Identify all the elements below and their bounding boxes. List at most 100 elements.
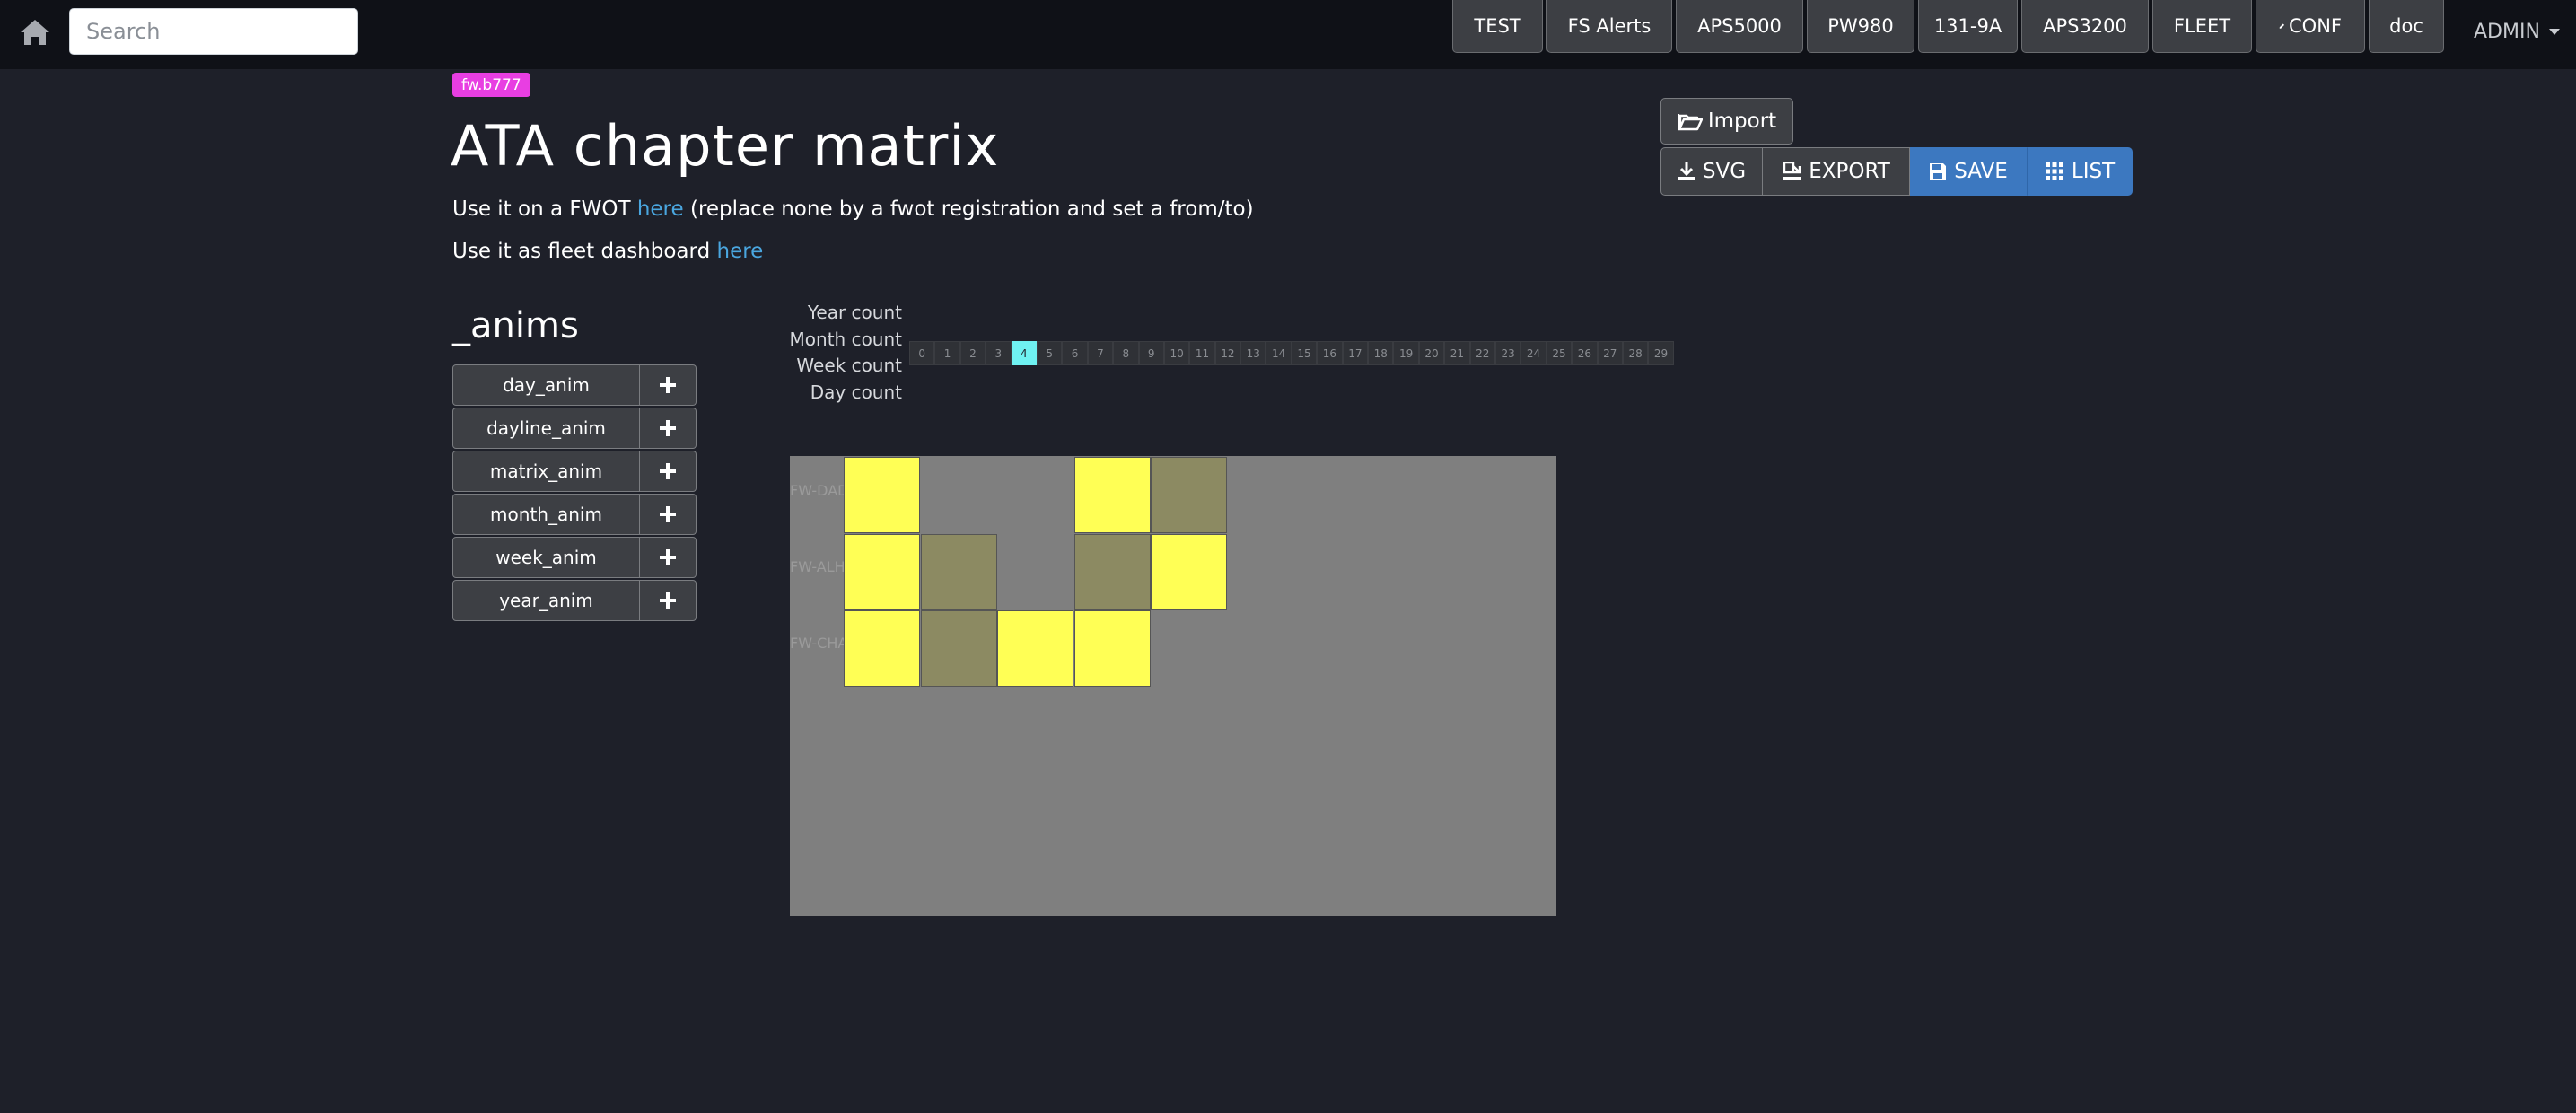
matrix-cell[interactable] <box>1073 457 1151 533</box>
nav-button-pw980[interactable]: PW980 <box>1807 0 1914 53</box>
matrix-cell[interactable] <box>844 457 920 533</box>
plus-icon <box>660 549 676 565</box>
save-label: SAVE <box>1954 160 2008 183</box>
nav-button-conf[interactable]: CONF <box>2256 0 2365 53</box>
day-count-label: Day count <box>810 381 902 403</box>
month-cell[interactable]: 22 <box>1469 341 1495 365</box>
month-cell[interactable]: 4 <box>1011 341 1037 365</box>
anim-button-dayline[interactable]: dayline_anim <box>452 408 640 449</box>
search-input[interactable] <box>69 8 358 55</box>
save-button[interactable]: SAVE <box>1910 147 2027 196</box>
nav-button-fleet[interactable]: FLEET <box>2152 0 2252 53</box>
matrix-cell[interactable] <box>997 610 1073 687</box>
add-day-anim-button[interactable] <box>640 364 697 406</box>
matrix-cell[interactable] <box>920 610 997 687</box>
matrix-row-label: FW-DAD <box>790 482 849 499</box>
month-cell[interactable]: 17 <box>1342 341 1369 365</box>
anim-row-week: week_anim <box>452 537 697 578</box>
plus-icon <box>660 463 676 479</box>
month-cell[interactable]: 7 <box>1087 341 1114 365</box>
month-cell[interactable]: 19 <box>1393 341 1419 365</box>
add-month-anim-button[interactable] <box>640 494 697 535</box>
caret-down-icon <box>2548 28 2560 35</box>
nav-button-aps5000[interactable]: APS5000 <box>1676 0 1803 53</box>
import-label: Import <box>1707 110 1777 133</box>
page-title: ATA chapter matrix <box>451 113 1000 179</box>
month-cell[interactable]: 1 <box>934 341 960 365</box>
plus-icon <box>660 506 676 522</box>
month-cell[interactable]: 10 <box>1163 341 1190 365</box>
month-cell[interactable]: 8 <box>1113 341 1139 365</box>
month-cell[interactable]: 0 <box>909 341 935 365</box>
nav-button-aps3200[interactable]: APS3200 <box>2021 0 2149 53</box>
home-button[interactable] <box>16 14 54 50</box>
matrix-cell[interactable] <box>920 533 997 610</box>
year-count-label: Year count <box>807 302 902 323</box>
fleet-dashboard-link[interactable]: here <box>717 240 764 263</box>
add-year-anim-button[interactable] <box>640 580 697 621</box>
plus-icon <box>660 377 676 393</box>
month-cell[interactable]: 9 <box>1138 341 1164 365</box>
month-cell[interactable]: 26 <box>1572 341 1598 365</box>
month-cell[interactable]: 12 <box>1214 341 1241 365</box>
month-cell[interactable]: 14 <box>1266 341 1292 365</box>
matrix-cell[interactable] <box>1073 610 1151 687</box>
anims-section-title: _anims <box>452 305 579 346</box>
fwot-link[interactable]: here <box>637 197 684 221</box>
anim-button-month[interactable]: month_anim <box>452 494 640 535</box>
month-cell[interactable]: 13 <box>1240 341 1266 365</box>
admin-menu[interactable]: ADMIN <box>2474 18 2560 45</box>
download-icon <box>1678 162 1695 180</box>
month-cell[interactable]: 11 <box>1189 341 1215 365</box>
import-button[interactable]: Import <box>1660 98 1793 145</box>
anim-button-day[interactable]: day_anim <box>452 364 640 406</box>
export-button[interactable]: EXPORT <box>1763 147 1910 196</box>
nav-button-group: TEST FS Alerts APS5000 PW980 131-9A APS3… <box>1452 0 2444 54</box>
month-cell[interactable]: 18 <box>1368 341 1394 365</box>
month-cell[interactable]: 2 <box>959 341 986 365</box>
anim-button-week[interactable]: week_anim <box>452 537 640 578</box>
fwot-usage-prefix: Use it on a FWOT <box>452 197 637 221</box>
month-cell[interactable]: 3 <box>986 341 1012 365</box>
list-button[interactable]: LIST <box>2027 147 2133 196</box>
month-cell[interactable]: 5 <box>1036 341 1063 365</box>
add-dayline-anim-button[interactable] <box>640 408 697 449</box>
admin-label: ADMIN <box>2474 20 2540 43</box>
month-cell[interactable]: 20 <box>1418 341 1445 365</box>
anim-button-matrix[interactable]: matrix_anim <box>452 451 640 492</box>
month-cell[interactable]: 6 <box>1062 341 1088 365</box>
month-cell[interactable]: 25 <box>1546 341 1573 365</box>
matrix-cell[interactable] <box>844 533 920 610</box>
count-labels: Year count Month count Week count Day co… <box>772 300 902 406</box>
nav-button-doc[interactable]: doc <box>2369 0 2444 53</box>
matrix-cell[interactable] <box>844 610 920 687</box>
month-cell[interactable]: 16 <box>1317 341 1343 365</box>
list-label: LIST <box>2071 160 2116 183</box>
top-navbar: TEST FS Alerts APS5000 PW980 131-9A APS3… <box>0 0 2576 69</box>
month-cell[interactable]: 29 <box>1648 341 1674 365</box>
plus-icon <box>660 420 676 436</box>
month-cell[interactable]: 27 <box>1597 341 1623 365</box>
matrix-cell[interactable] <box>1073 533 1151 610</box>
month-cell[interactable]: 15 <box>1291 341 1318 365</box>
month-cell[interactable]: 24 <box>1520 341 1546 365</box>
month-cell[interactable]: 21 <box>1444 341 1470 365</box>
anim-button-year[interactable]: year_anim <box>452 580 640 621</box>
fleet-dashboard-prefix: Use it as fleet dashboard <box>452 240 717 263</box>
anim-row-day: day_anim <box>452 364 697 406</box>
add-matrix-anim-button[interactable] <box>640 451 697 492</box>
svg-download-button[interactable]: SVG <box>1660 147 1763 196</box>
add-week-anim-button[interactable] <box>640 537 697 578</box>
month-count-label: Month count <box>789 328 902 350</box>
month-cell[interactable]: 28 <box>1622 341 1649 365</box>
matrix-cell[interactable] <box>1151 533 1227 610</box>
nav-button-test[interactable]: TEST <box>1452 0 1543 53</box>
nav-button-fs-alerts[interactable]: FS Alerts <box>1546 0 1672 53</box>
home-icon <box>21 20 49 45</box>
export-label: EXPORT <box>1809 160 1890 183</box>
nav-button-131-9a[interactable]: 131-9A <box>1918 0 2018 53</box>
grid-icon <box>2045 162 2063 180</box>
matrix-cell[interactable] <box>1151 457 1227 533</box>
month-cell[interactable]: 23 <box>1494 341 1521 365</box>
svg-label: SVG <box>1702 160 1747 183</box>
